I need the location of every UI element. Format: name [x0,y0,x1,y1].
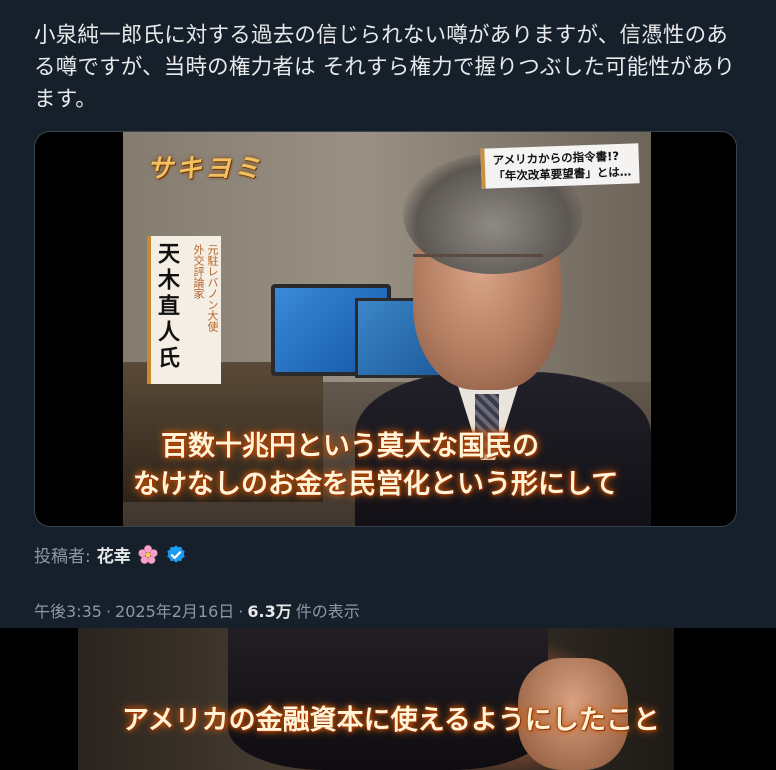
clip-subtitle: アメリカの金融資本に使えるようにしたこと [122,705,660,736]
cherry-blossom-icon [138,544,158,564]
topic-line-2: 「年次改革要望書」とは… [493,164,632,184]
topic-caption: アメリカからの指令書!? 「年次改革要望書」とは… [480,143,640,189]
verified-badge-icon [167,544,185,563]
tweet-meta: 午後3:35 · 2025年2月16日 · 6.3万 件の表示 [34,598,360,622]
clip-frame: アメリカの金融資本に使えるようにしたこと [78,628,674,770]
tweet-time[interactable]: 午後3:35 [34,598,102,622]
author-name[interactable]: 花幸 [97,542,131,567]
meta-separator: · [105,602,112,621]
byline: 投稿者: 花幸 [34,542,187,567]
program-logo: サキヨミ [147,154,264,184]
person-role-1: 外交評論家 [192,244,205,299]
person-glasses [413,254,543,284]
subtitle-line-2: なけなしのお金を民営化という形にして [133,469,619,500]
tweet-date[interactable]: 2025年2月16日 [115,598,234,622]
person-role-2: 元駐レバノン大使 [206,244,219,332]
byline-prefix: 投稿者: [34,547,91,567]
tweet: 小泉純一郎氏に対する過去の信じられない噂がありますが、信憑性のある噂ですが、当時… [0,0,776,628]
subtitle-line-1: 百数十兆円という莫大な国民の [161,431,539,462]
tweet-media-video[interactable]: サキヨミ アメリカからの指令書!? 「年次改革要望書」とは… 天木直人氏 外交評… [34,131,737,527]
meta-separator: · [238,602,244,621]
tweet-text: 小泉純一郎氏に対する過去の信じられない噂がありますが、信憑性のある噂ですが、当時… [34,23,736,112]
person-name: 天木直人氏 [154,242,179,372]
bottom-video-clip: アメリカの金融資本に使えるようにしたこと [0,628,776,770]
video-frame[interactable]: サキヨミ アメリカからの指令書!? 「年次改革要望書」とは… 天木直人氏 外交評… [123,132,651,526]
views-count: 6.3万 [247,602,292,621]
views-suffix: 件の表示 [295,602,360,621]
